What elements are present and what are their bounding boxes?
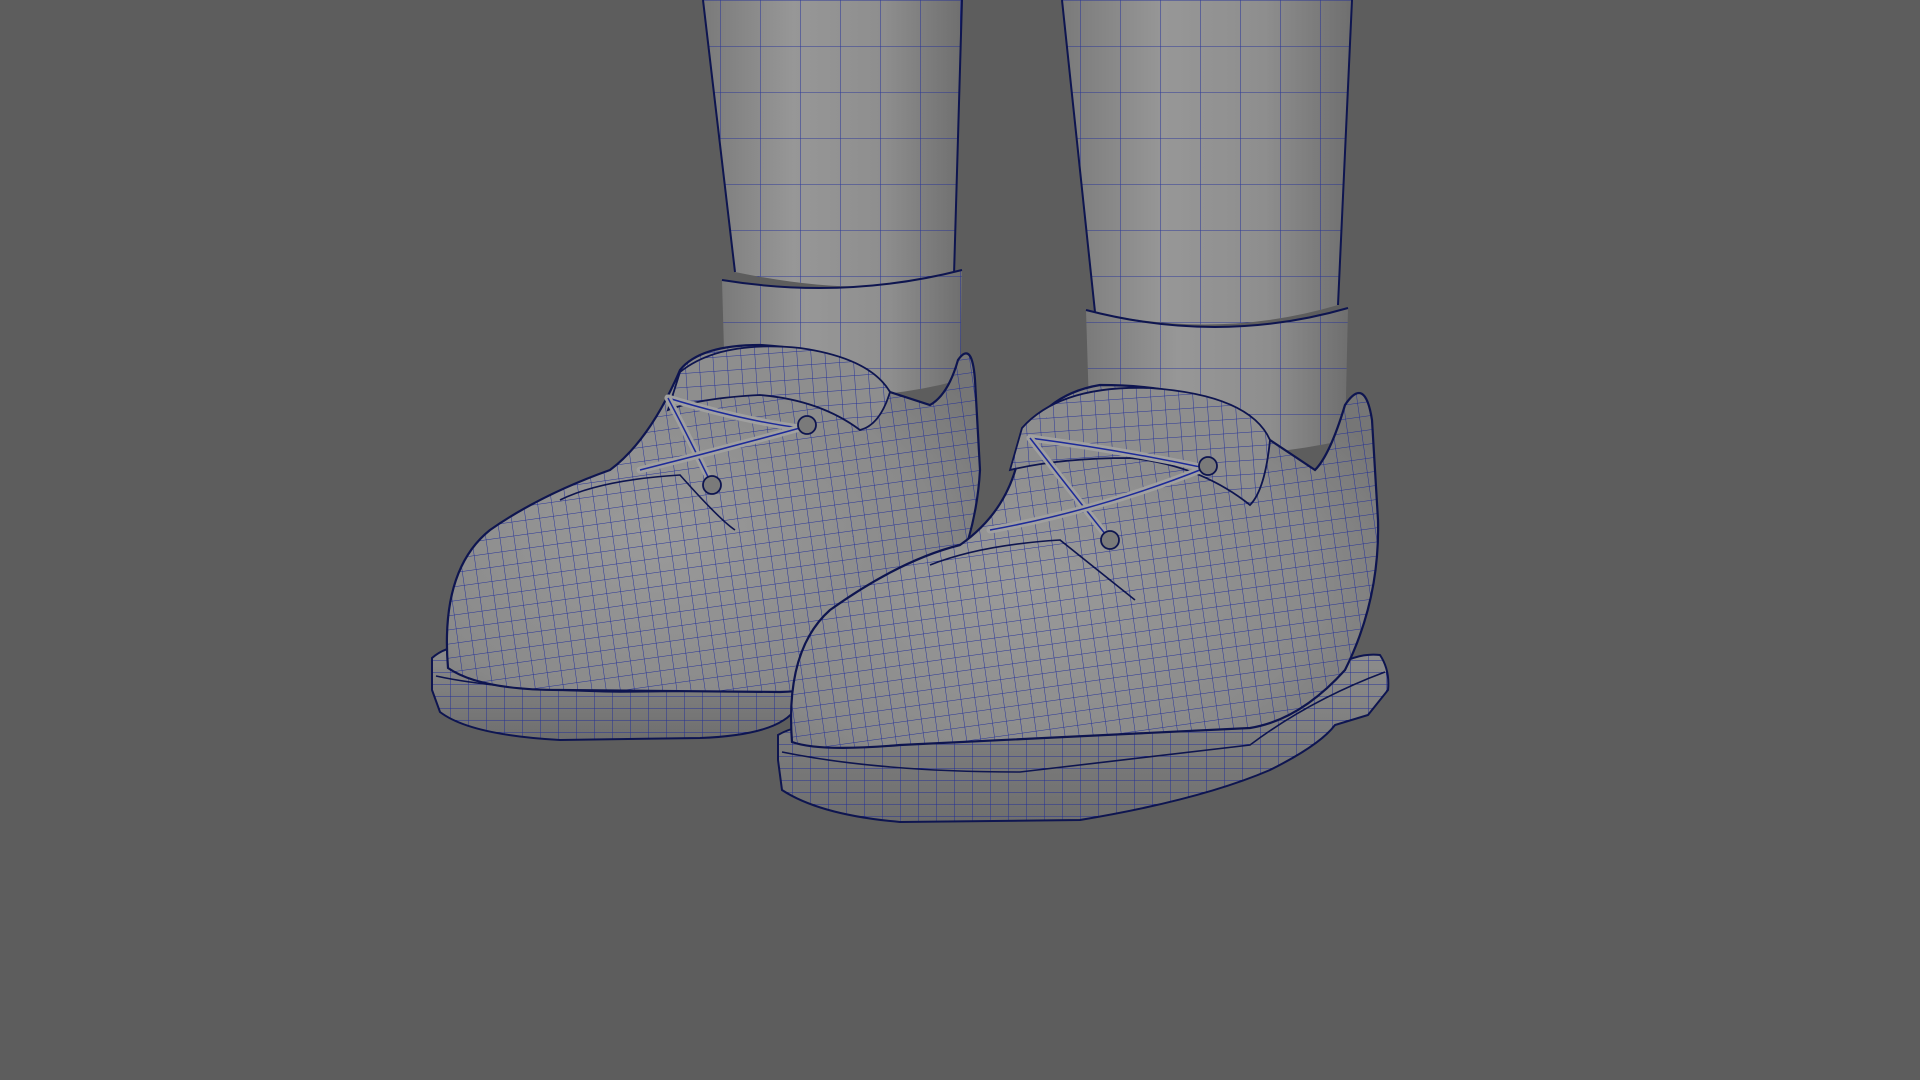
3d-viewport[interactable] [0,0,1920,1080]
left-leg-mesh[interactable] [702,0,963,287]
viewport-canvas[interactable] [0,0,1920,1080]
right-leg-mesh[interactable] [1061,0,1353,325]
